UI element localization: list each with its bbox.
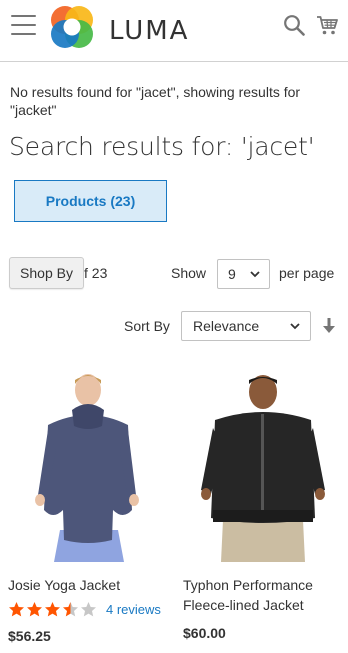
sort-by-value: Relevance (193, 318, 260, 334)
star-icon (9, 602, 24, 617)
product-image-josie-yoga-jacket[interactable] (8, 370, 168, 562)
rating-stars (8, 601, 98, 618)
product-price: $60.00 (183, 625, 226, 641)
chevron-down-icon (250, 271, 260, 278)
limiter-value: 9 (228, 266, 236, 282)
sort-by-select[interactable]: Relevance (181, 311, 311, 341)
hamburger-menu-icon[interactable] (11, 15, 36, 36)
star-icon (45, 602, 60, 617)
luma-logo[interactable]: LUMA (49, 4, 199, 50)
cart-icon[interactable] (316, 14, 338, 36)
search-icon[interactable] (283, 14, 305, 36)
limiter-label: Show (171, 265, 207, 281)
reviews-link[interactable]: 4 reviews (106, 602, 161, 617)
luma-logo-mark-icon (51, 6, 93, 48)
star-icon (63, 602, 78, 617)
tab-products[interactable]: Products (23) (14, 180, 167, 222)
sort-by-label: Sort By (124, 318, 170, 334)
search-notice-message: No results found for "jacet", showing re… (10, 84, 301, 118)
page-title: Search results for: 'jacet' (9, 132, 315, 161)
shop-by-button[interactable]: Shop By (9, 257, 84, 289)
product-name-link[interactable]: Josie Yoga Jacket (8, 575, 168, 595)
product-item: Typhon Performance Fleece-lined Jacket $… (183, 370, 343, 641)
star-icon (27, 602, 42, 617)
product-name-link[interactable]: Typhon Performance Fleece-lined Jacket (183, 575, 343, 615)
toolbar-amount: f 23 (84, 265, 108, 281)
product-rating: 4 reviews (8, 601, 168, 618)
star-icon (81, 602, 96, 617)
per-page-label: per page (279, 265, 335, 281)
site-header: LUMA (0, 0, 348, 62)
product-image-typhon-jacket[interactable] (183, 370, 343, 562)
chevron-down-icon (290, 323, 300, 330)
limiter-select[interactable]: 9 (217, 259, 270, 289)
product-price: $56.25 (8, 628, 51, 644)
product-item: Josie Yoga Jacket 4 reviews $56.25 (8, 370, 168, 644)
sort-direction-arrow-down-icon[interactable] (322, 318, 336, 334)
logo-text: LUMA (109, 16, 190, 46)
